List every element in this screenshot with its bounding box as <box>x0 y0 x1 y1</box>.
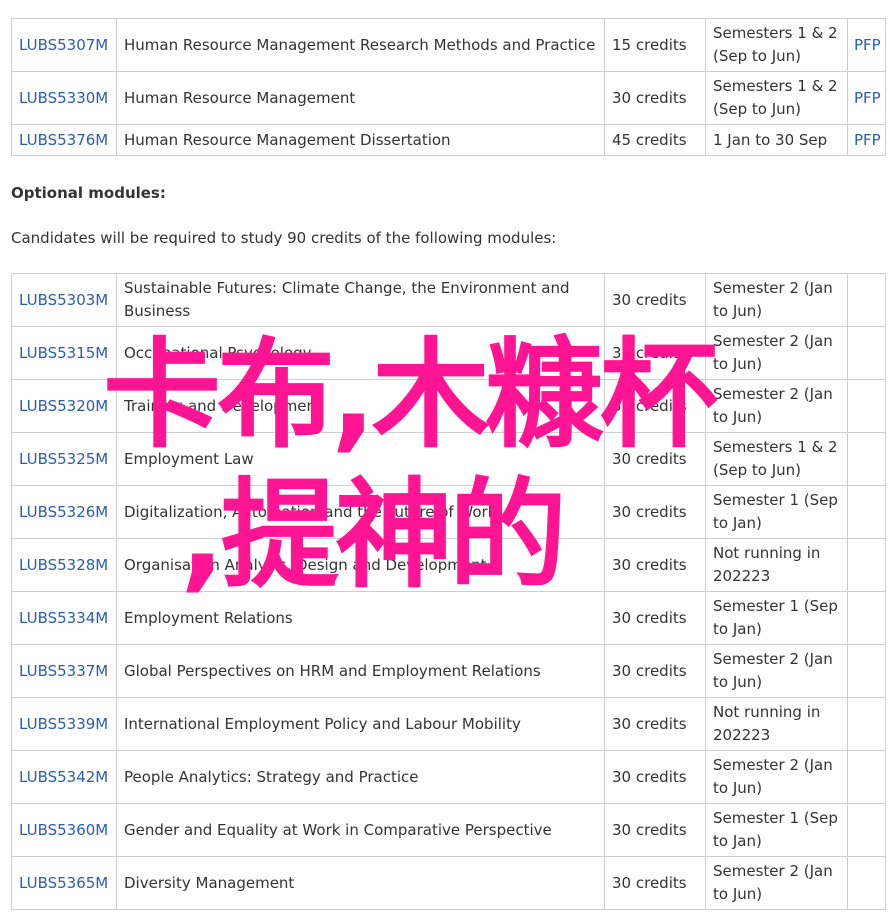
optional-modules-heading: Optional modules: <box>11 184 166 202</box>
module-row: LUBS5365M Diversity Management 30 credits S… <box>11 856 886 910</box>
module-credits: 30 credits <box>604 379 706 433</box>
module-row: LUBS5337M Global Perspectives on HRM and … <box>11 644 886 698</box>
module-credits: 30 credits <box>604 71 706 125</box>
module-semester: Semester 2 (Jan to Jun) <box>705 379 848 433</box>
module-code-link[interactable]: LUBS5325M <box>11 432 117 486</box>
module-semester: Semesters 1 & 2 (Sep to Jun) <box>705 432 848 486</box>
module-credits: 30 credits <box>604 644 706 698</box>
module-row: LUBS5303M Sustainable Futures: Climate Ch… <box>11 273 886 327</box>
module-title: Diversity Management <box>116 856 605 910</box>
module-semester: Semesters 1 & 2 (Sep to Jun) <box>705 71 848 125</box>
pfp-link[interactable]: PFP <box>847 71 886 125</box>
module-row: LUBS5339M International Employment Policy… <box>11 697 886 751</box>
module-semester: Semesters 1 & 2 (Sep to Jun) <box>705 18 848 72</box>
module-credits: 30 credits <box>604 538 706 592</box>
module-credits: 15 credits <box>604 18 706 72</box>
module-code-link[interactable]: LUBS5339M <box>11 697 117 751</box>
empty-cell <box>847 379 886 433</box>
module-credits: 30 credits <box>604 273 706 327</box>
module-code-link[interactable]: LUBS5330M <box>11 71 117 125</box>
module-credits: 45 credits <box>604 124 706 156</box>
module-semester: Not running in 202223 <box>705 538 848 592</box>
module-title: People Analytics: Strategy and Practice <box>116 750 605 804</box>
module-code-link[interactable]: LUBS5303M <box>11 273 117 327</box>
optional-modules-intro: Candidates will be required to study 90 … <box>11 229 557 247</box>
empty-cell <box>847 750 886 804</box>
empty-cell <box>847 856 886 910</box>
empty-cell <box>847 803 886 857</box>
module-title: Human Resource Management <box>116 71 605 125</box>
module-semester: Semester 2 (Jan to Jun) <box>705 273 848 327</box>
module-code-link[interactable]: LUBS5376M <box>11 124 117 156</box>
module-code-link[interactable]: LUBS5334M <box>11 591 117 645</box>
module-semester: 1 Jan to 30 Sep <box>705 124 848 156</box>
optional-modules-table: LUBS5303M Sustainable Futures: Climate Ch… <box>11 273 886 910</box>
module-title: Sustainable Futures: Climate Change, the… <box>116 273 605 327</box>
module-semester: Semester 2 (Jan to Jun) <box>705 326 848 380</box>
module-row: LUBS5342M People Analytics: Strategy and … <box>11 750 886 804</box>
module-row: LUBS5360M Gender and Equality at Work in … <box>11 803 886 857</box>
pfp-link[interactable]: PFP <box>847 124 886 156</box>
module-credits: 30 credits <box>604 803 706 857</box>
module-title: Employment Law <box>116 432 605 486</box>
empty-cell <box>847 485 886 539</box>
module-credits: 30 credits <box>604 591 706 645</box>
module-title: Human Resource Management Dissertation <box>116 124 605 156</box>
module-code-link[interactable]: LUBS5320M <box>11 379 117 433</box>
module-semester: Semester 2 (Jan to Jun) <box>705 644 848 698</box>
empty-cell <box>847 697 886 751</box>
empty-cell <box>847 644 886 698</box>
module-semester: Semester 2 (Jan to Jun) <box>705 856 848 910</box>
module-row: LUBS5376M Human Resource Management Disse… <box>11 124 886 156</box>
module-code-link[interactable]: LUBS5328M <box>11 538 117 592</box>
module-row: LUBS5330M Human Resource Management 30 cre… <box>11 71 886 125</box>
module-code-link[interactable]: LUBS5315M <box>11 326 117 380</box>
module-semester: Semester 2 (Jan to Jun) <box>705 750 848 804</box>
module-semester: Semester 1 (Sep to Jan) <box>705 803 848 857</box>
module-title: Human Resource Management Research Metho… <box>116 18 605 72</box>
module-code-link[interactable]: LUBS5342M <box>11 750 117 804</box>
module-credits: 30 credits <box>604 326 706 380</box>
module-title: Training and Development <box>116 379 605 433</box>
module-row: LUBS5315M Occupational Psychology 30 credi… <box>11 326 886 380</box>
module-credits: 30 credits <box>604 485 706 539</box>
module-title: Gender and Equality at Work in Comparati… <box>116 803 605 857</box>
module-semester: Not running in 202223 <box>705 697 848 751</box>
empty-cell <box>847 326 886 380</box>
module-title: International Employment Policy and Labo… <box>116 697 605 751</box>
module-row: LUBS5325M Employment Law 30 credits Semeste… <box>11 432 886 486</box>
module-credits: 30 credits <box>604 856 706 910</box>
module-row: LUBS5307M Human Resource Management Resea… <box>11 18 886 72</box>
module-row: LUBS5334M Employment Relations 30 credits S… <box>11 591 886 645</box>
module-code-link[interactable]: LUBS5337M <box>11 644 117 698</box>
core-modules-table: LUBS5307M Human Resource Management Resea… <box>11 18 886 156</box>
module-credits: 30 credits <box>604 750 706 804</box>
empty-cell <box>847 538 886 592</box>
module-semester: Semester 1 (Sep to Jan) <box>705 485 848 539</box>
module-code-link[interactable]: LUBS5365M <box>11 856 117 910</box>
module-title: Digitalization, Automation and the Futur… <box>116 485 605 539</box>
module-credits: 30 credits <box>604 697 706 751</box>
module-title: Employment Relations <box>116 591 605 645</box>
module-code-link[interactable]: LUBS5360M <box>11 803 117 857</box>
empty-cell <box>847 432 886 486</box>
module-code-link[interactable]: LUBS5326M <box>11 485 117 539</box>
module-title: Organisation Analysis, Design and Develo… <box>116 538 605 592</box>
module-semester: Semester 1 (Sep to Jan) <box>705 591 848 645</box>
module-title: Global Perspectives on HRM and Employmen… <box>116 644 605 698</box>
empty-cell <box>847 273 886 327</box>
module-code-link[interactable]: LUBS5307M <box>11 18 117 72</box>
module-row: LUBS5320M Training and Development 30 cred… <box>11 379 886 433</box>
module-row: LUBS5328M Organisation Analysis, Design a… <box>11 538 886 592</box>
module-credits: 30 credits <box>604 432 706 486</box>
module-row: LUBS5326M Digitalization, Automation and … <box>11 485 886 539</box>
empty-cell <box>847 591 886 645</box>
module-title: Occupational Psychology <box>116 326 605 380</box>
pfp-link[interactable]: PFP <box>847 18 886 72</box>
